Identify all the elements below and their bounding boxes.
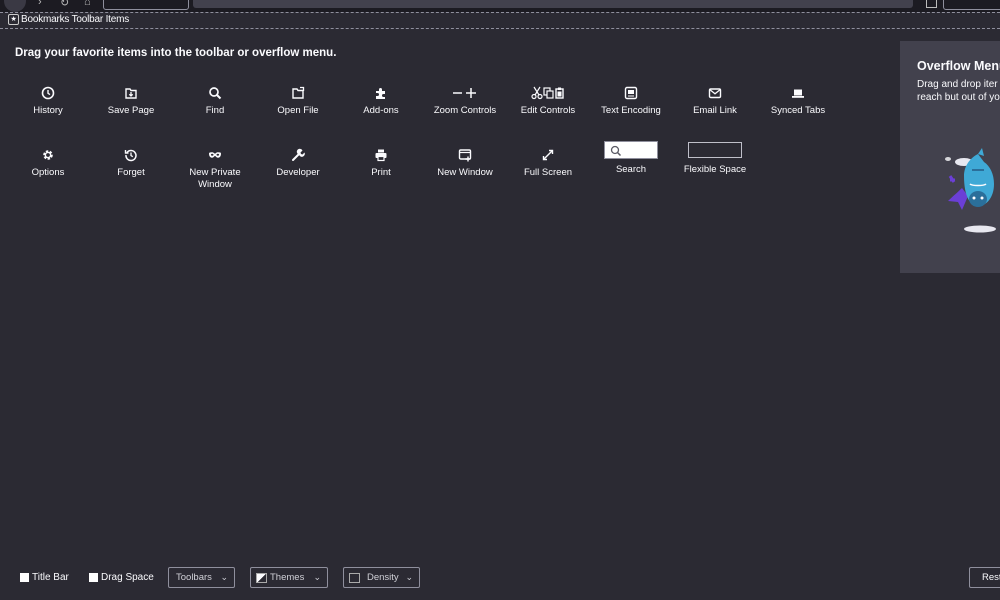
drag-space-checkbox[interactable]: Drag Space bbox=[89, 572, 154, 583]
overflow-menu-panel[interactable]: Overflow Menu Drag and drop iter reach b… bbox=[900, 41, 1000, 273]
zoom-controls-icon bbox=[453, 88, 476, 98]
palette-item-save-page[interactable]: Save Page bbox=[91, 85, 171, 117]
bookmarks-toolbar-label: Bookmarks Toolbar Items bbox=[21, 14, 130, 25]
save-page-icon bbox=[125, 88, 137, 99]
palette-item-full-screen[interactable]: Full Screen bbox=[508, 147, 588, 179]
chevron-down-icon: ⌄ bbox=[313, 572, 321, 582]
palette-item-developer[interactable]: Developer bbox=[258, 147, 338, 179]
palette-label: Zoom Controls bbox=[433, 105, 497, 116]
sidebar-icon[interactable] bbox=[926, 0, 937, 8]
expand-icon bbox=[542, 149, 554, 161]
palette-item-synced-tabs[interactable]: Synced Tabs bbox=[758, 85, 838, 117]
gear-icon bbox=[43, 150, 53, 160]
palette-item-email-link[interactable]: Email Link bbox=[675, 85, 755, 117]
overflow-illustration bbox=[945, 148, 996, 233]
density-icon bbox=[349, 572, 360, 583]
wrench-icon bbox=[292, 148, 305, 161]
palette-item-flexible-space[interactable]: Flexible Space bbox=[675, 141, 755, 176]
drag-space-label: Drag Space bbox=[101, 572, 154, 583]
palette-item-forget[interactable]: Forget bbox=[91, 147, 171, 179]
title-bar-checkbox[interactable]: Title Bar bbox=[20, 572, 69, 583]
toolbars-label: Toolbars bbox=[176, 572, 212, 583]
edit-controls-icon bbox=[531, 86, 564, 100]
toolbars-dropdown[interactable]: Toolbars ⌄ bbox=[168, 567, 235, 588]
palette-item-add-ons[interactable]: Add-ons bbox=[341, 85, 421, 117]
palette-label: Forget bbox=[117, 167, 145, 178]
text-encoding-icon bbox=[624, 86, 638, 100]
search-icon bbox=[209, 87, 222, 100]
url-bar[interactable] bbox=[193, 0, 913, 8]
title-bar-label: Title Bar bbox=[32, 572, 69, 583]
chevron-down-icon: ⌄ bbox=[405, 572, 413, 582]
star-icon: ★ bbox=[8, 14, 19, 25]
search-icon bbox=[610, 145, 622, 157]
palette-item-new-window[interactable]: New Window bbox=[425, 147, 505, 179]
themes-dropdown[interactable]: Themes ⌄ bbox=[250, 567, 328, 588]
palette-label: Flexible Space bbox=[683, 164, 747, 175]
density-dropdown[interactable]: Density ⌄ bbox=[343, 567, 420, 588]
mask-icon bbox=[209, 152, 221, 158]
palette-item-find[interactable]: Find bbox=[175, 85, 255, 117]
palette-item-search[interactable]: Search bbox=[591, 141, 671, 176]
palette-item-open-file[interactable]: Open File bbox=[258, 85, 338, 117]
palette-label: Full Screen bbox=[523, 167, 573, 178]
customize-footer: Title Bar Drag Space Toolbars ⌄ Themes ⌄… bbox=[0, 560, 1000, 600]
checkbox-box[interactable] bbox=[20, 573, 29, 582]
palette-label: Text Encoding bbox=[601, 105, 661, 116]
navigation-toolbar: › ↻ ⌂ bbox=[0, 0, 1000, 12]
toolbar-search-field[interactable] bbox=[943, 0, 1000, 10]
palette-item-text-encoding[interactable]: Text Encoding bbox=[591, 85, 671, 117]
palette-label: Edit Controls bbox=[520, 105, 576, 116]
palette-label: Search bbox=[615, 164, 647, 175]
toolbar-field[interactable] bbox=[103, 0, 189, 10]
reload-icon[interactable]: ↻ bbox=[60, 0, 69, 9]
envelope-icon bbox=[708, 88, 722, 99]
palette-label: Find bbox=[205, 105, 225, 116]
bookmarks-toolbar: ★ Bookmarks Toolbar Items bbox=[0, 12, 1000, 29]
bookmarks-toolbar-items[interactable]: ★ Bookmarks Toolbar Items bbox=[8, 14, 129, 25]
back-button[interactable] bbox=[4, 0, 26, 12]
overflow-desc-line: reach but out of yo bbox=[917, 92, 1000, 103]
new-window-icon bbox=[458, 149, 472, 162]
checkbox-box[interactable] bbox=[89, 573, 98, 582]
palette-label: New Private Window bbox=[189, 167, 241, 190]
forward-icon[interactable]: › bbox=[38, 0, 42, 8]
palette-label: Add-ons bbox=[363, 105, 399, 116]
palette-label: New Window bbox=[437, 167, 493, 178]
overflow-description: Drag and drop iter reach but out of yo bbox=[917, 78, 1000, 104]
clock-icon bbox=[41, 86, 55, 100]
chevron-down-icon: ⌄ bbox=[220, 572, 228, 582]
laptop-icon bbox=[792, 89, 804, 98]
puzzle-icon bbox=[376, 88, 385, 99]
home-icon[interactable]: ⌂ bbox=[84, 0, 91, 8]
palette-item-new-private-window[interactable]: New Private Window bbox=[175, 147, 255, 191]
palette-label: Synced Tabs bbox=[770, 105, 826, 116]
restore-defaults-button[interactable]: Rest bbox=[969, 567, 1000, 588]
palette-item-print[interactable]: Print bbox=[341, 147, 421, 179]
customize-heading: Drag your favorite items into the toolba… bbox=[15, 47, 337, 59]
forget-icon bbox=[124, 149, 137, 162]
palette-item-zoom-controls[interactable]: Zoom Controls bbox=[425, 85, 505, 117]
themes-icon bbox=[256, 572, 267, 583]
palette-label: Options bbox=[31, 167, 65, 178]
printer-icon bbox=[375, 149, 387, 162]
palette-item-edit-controls[interactable]: Edit Controls bbox=[508, 85, 588, 117]
palette-item-history[interactable]: History bbox=[8, 85, 88, 117]
overflow-title: Overflow Menu bbox=[917, 59, 1000, 73]
density-label: Density bbox=[367, 572, 399, 583]
palette-label: Print bbox=[371, 167, 391, 178]
palette-label: Email Link bbox=[693, 105, 737, 116]
flexible-space-preview bbox=[688, 142, 742, 158]
palette-label: Open File bbox=[277, 105, 319, 116]
palette-label: History bbox=[33, 105, 63, 116]
overflow-desc-line: Drag and drop iter bbox=[917, 79, 998, 90]
themes-label: Themes bbox=[270, 572, 305, 583]
palette-label: Developer bbox=[276, 167, 320, 178]
palette-label: Save Page bbox=[107, 105, 155, 116]
palette-item-options[interactable]: Options bbox=[8, 147, 88, 179]
open-file-icon bbox=[292, 86, 305, 99]
search-field-preview bbox=[604, 141, 658, 159]
